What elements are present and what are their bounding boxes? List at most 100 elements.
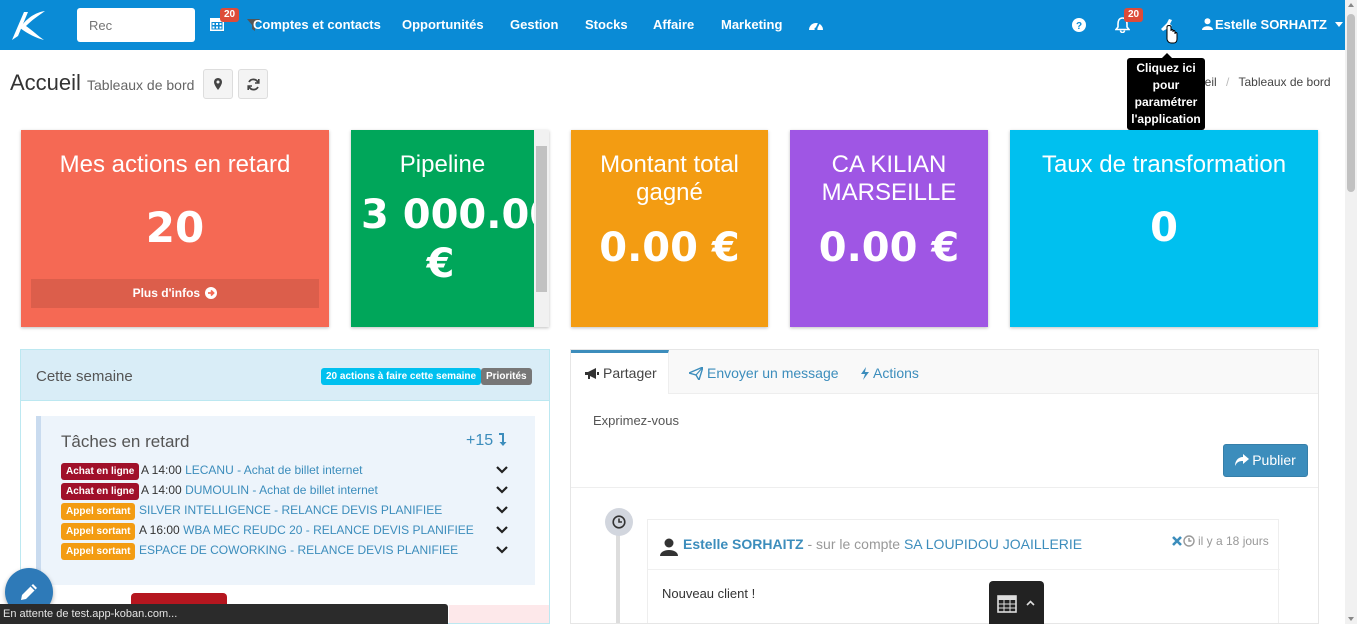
task-row[interactable]: Achat en ligne A 14:00 LECANU - Achat de… bbox=[61, 462, 531, 480]
task-link[interactable]: WBA MEC REUDC 20 - RELANCE DEVIS PLANIFI… bbox=[183, 523, 474, 537]
bullhorn-icon bbox=[585, 368, 599, 379]
nav-stocks[interactable]: Stocks bbox=[585, 17, 628, 32]
tile-scrollbar-thumb[interactable] bbox=[536, 146, 547, 292]
user-name: Estelle SORHAITZ bbox=[1215, 17, 1327, 32]
tile-title: Pipeline bbox=[399, 151, 486, 178]
tile-late-actions[interactable]: Mes actions en retard 20 Plus d'infos bbox=[21, 130, 329, 327]
chevron-down-icon[interactable] bbox=[496, 525, 508, 535]
scroll-down-arrow-icon[interactable] bbox=[1348, 617, 1354, 621]
nav-affaire[interactable]: Affaire bbox=[653, 17, 694, 32]
clock-icon bbox=[612, 515, 626, 529]
chevron-down-icon[interactable] bbox=[496, 505, 508, 515]
nav-opportunites[interactable]: Opportunités bbox=[402, 17, 484, 32]
tile-value: 0 bbox=[1150, 205, 1178, 251]
calendar-widget-toggle[interactable] bbox=[989, 581, 1044, 624]
koban-logo-icon[interactable] bbox=[8, 6, 48, 44]
task-tag: Appel sortant bbox=[61, 503, 136, 520]
express-input[interactable]: Exprimez-vous bbox=[593, 413, 679, 428]
refresh-button[interactable] bbox=[238, 69, 268, 99]
late-tasks-more[interactable]: +15 bbox=[466, 432, 507, 450]
weekly-actions-badge[interactable]: 20 actions à faire cette semaine bbox=[321, 368, 482, 385]
settings-tooltip: Cliquez ici pour paramétrer l'applicatio… bbox=[1127, 53, 1205, 130]
feed-tabs: Partager Envoyer un message Actions bbox=[571, 350, 1318, 394]
tile-value: 20 bbox=[145, 203, 205, 252]
task-text[interactable]: A 14:00 DUMOULIN - Achat de billet inter… bbox=[141, 483, 378, 497]
task-row[interactable]: Appel sortant ESPACE DE COWORKING - RELA… bbox=[61, 542, 531, 560]
bolt-icon bbox=[861, 367, 869, 380]
priorities-badge[interactable]: Priorités bbox=[481, 368, 532, 385]
post-author[interactable]: Estelle SORHAITZ bbox=[683, 536, 804, 552]
task-text[interactable]: SILVER INTELLIGENCE - RELANCE DEVIS PLAN… bbox=[139, 503, 442, 517]
settings-wrench-icon[interactable] bbox=[1159, 17, 1179, 47]
calendar-grid-icon bbox=[997, 595, 1017, 613]
chevron-up-icon bbox=[1026, 600, 1035, 606]
task-tag: Appel sortant bbox=[61, 543, 136, 560]
nav-comptes-contacts[interactable]: Comptes et contacts bbox=[253, 17, 381, 32]
task-time: A 16:00 bbox=[139, 523, 180, 537]
this-week-panel: Cette semaine 20 actions à faire cette s… bbox=[20, 349, 550, 624]
tile-title: CA KILIAN bbox=[831, 151, 947, 178]
tile-pipeline[interactable]: Pipeline 3 000.00 € bbox=[351, 130, 549, 327]
page-scrollbar[interactable] bbox=[1345, 0, 1357, 624]
nav-marketing[interactable]: Marketing bbox=[721, 17, 782, 32]
notifications-badge: 20 bbox=[1124, 8, 1144, 22]
task-text[interactable]: A 16:00 WBA MEC REUDC 20 - RELANCE DEVIS… bbox=[139, 523, 474, 537]
calendar-badge: 20 bbox=[220, 8, 240, 22]
task-row[interactable]: Achat en ligne A 14:00 DUMOULIN - Achat … bbox=[61, 482, 531, 500]
task-link[interactable]: LECANU - Achat de billet internet bbox=[185, 463, 362, 477]
tile-title: MARSEILLE bbox=[821, 179, 957, 206]
tab-actions-label: Actions bbox=[873, 365, 919, 381]
chevron-down-icon[interactable] bbox=[496, 545, 508, 555]
location-button[interactable] bbox=[203, 69, 233, 99]
tab-send-message-label: Envoyer un message bbox=[707, 365, 839, 381]
late-tasks-box: Tâches en retard +15 Achat en ligne A 14… bbox=[36, 416, 535, 585]
tile-value: 3 000.00 bbox=[361, 192, 549, 238]
task-text[interactable]: ESPACE DE COWORKING - RELANCE DEVIS PLAN… bbox=[139, 543, 458, 557]
top-navbar: 20 Comptes et contacts Opportunités Gest… bbox=[0, 0, 1345, 50]
refresh-icon bbox=[247, 78, 260, 91]
breadcrumb-current: Tableaux de bord bbox=[1238, 75, 1331, 89]
timeline-dot bbox=[605, 508, 633, 536]
arrow-circle-right-icon bbox=[205, 287, 218, 299]
tab-share[interactable]: Partager bbox=[571, 350, 669, 394]
share-arrow-icon bbox=[1235, 454, 1250, 466]
help-icon[interactable]: ? bbox=[1072, 18, 1086, 32]
task-time: A 14:00 bbox=[141, 463, 182, 477]
user-icon bbox=[1202, 18, 1213, 30]
dashboard-gauge-icon[interactable] bbox=[808, 18, 824, 32]
tile-total-won[interactable]: Montant total gagné 0.00 € bbox=[571, 130, 768, 327]
scroll-up-arrow-icon[interactable] bbox=[1348, 3, 1354, 7]
chevron-down-icon[interactable] bbox=[496, 485, 508, 495]
this-week-title: Cette semaine bbox=[36, 368, 133, 385]
delete-x-icon[interactable] bbox=[1171, 535, 1183, 547]
feed-divider bbox=[571, 487, 1318, 488]
task-link[interactable]: SILVER INTELLIGENCE - RELANCE DEVIS PLAN… bbox=[139, 503, 442, 517]
paper-plane-icon bbox=[686, 365, 705, 382]
post-time-label: il y a 18 jours bbox=[1198, 534, 1269, 548]
task-row[interactable]: Appel sortant A 16:00 WBA MEC REUDC 20 -… bbox=[61, 522, 531, 540]
clock-small-icon bbox=[1183, 535, 1195, 547]
task-link[interactable]: DUMOULIN - Achat de billet internet bbox=[185, 483, 378, 497]
task-text[interactable]: A 14:00 LECANU - Achat de billet interne… bbox=[141, 463, 362, 477]
breadcrumb-separator: / bbox=[1226, 75, 1230, 89]
tile-title: Montant total bbox=[600, 151, 739, 178]
more-info-link[interactable]: Plus d'infos bbox=[31, 279, 319, 308]
tab-send-message[interactable]: Envoyer un message bbox=[686, 350, 839, 394]
tile-title: Taux de transformation bbox=[1041, 151, 1287, 178]
nav-gestion[interactable]: Gestion bbox=[510, 17, 558, 32]
post-account-link[interactable]: SA LOUPIDOU JOAILLERIE bbox=[904, 536, 1082, 552]
pencil-icon bbox=[21, 584, 37, 600]
map-marker-icon bbox=[214, 78, 222, 90]
page-scrollbar-thumb[interactable] bbox=[1347, 14, 1355, 192]
pink-widget-edge bbox=[449, 605, 549, 623]
task-row[interactable]: Appel sortant SILVER INTELLIGENCE - RELA… bbox=[61, 502, 531, 520]
tile-scrollbar[interactable] bbox=[534, 130, 549, 327]
tab-actions[interactable]: Actions bbox=[861, 350, 919, 394]
task-link[interactable]: ESPACE DE COWORKING - RELANCE DEVIS PLAN… bbox=[139, 543, 458, 557]
publish-button[interactable]: Publier bbox=[1223, 444, 1308, 477]
tile-ca-kilian[interactable]: CA KILIAN MARSEILLE 0.00 € bbox=[790, 130, 988, 327]
tile-conversion-rate[interactable]: Taux de transformation 0 bbox=[1010, 130, 1318, 327]
search-input[interactable] bbox=[77, 8, 127, 42]
user-menu[interactable]: Estelle SORHAITZ bbox=[1202, 17, 1343, 32]
chevron-down-icon[interactable] bbox=[496, 465, 508, 475]
